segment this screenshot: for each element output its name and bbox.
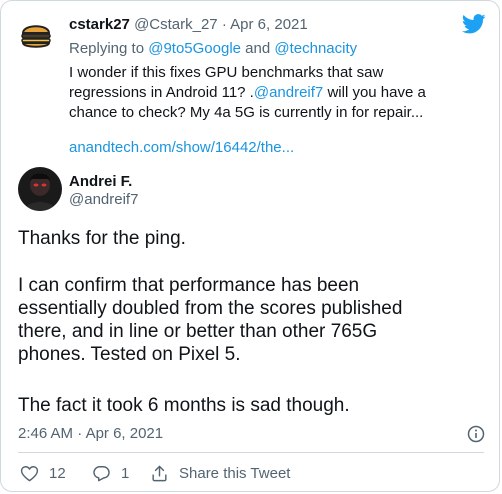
twitter-bird-icon[interactable] xyxy=(462,14,486,34)
heart-icon xyxy=(20,465,39,481)
parent-text-line: I wonder if this fixes GPU benchmarks th… xyxy=(69,64,384,81)
replying-to-link-2[interactable]: @technacity xyxy=(274,40,357,57)
avatar[interactable] xyxy=(18,167,62,211)
tweet-date: Apr 6, 2021 xyxy=(85,425,164,442)
parent-date-separator: · xyxy=(221,16,227,33)
share-icon xyxy=(152,465,167,481)
share-button[interactable]: Share this Tweet xyxy=(150,463,290,483)
tweet-text-line: I can confirm that performance has been xyxy=(18,275,360,296)
share-label: Share this Tweet xyxy=(179,464,291,482)
reply-count: 1 xyxy=(121,464,130,482)
tweet-time: 2:46 AM xyxy=(18,425,74,442)
parent-text-segment: regressions in Android 11? . xyxy=(69,84,254,101)
article-link[interactable]: anandtech.com/show/16442/the... xyxy=(69,138,294,158)
parent-author-handle[interactable]: @Cstark_27 xyxy=(134,16,218,33)
parent-author-name[interactable]: cstark27 xyxy=(69,16,130,33)
parent-tweet-text: I wonder if this fixes GPU benchmarks th… xyxy=(69,63,489,123)
like-count: 12 xyxy=(49,464,66,482)
burger-avatar-icon[interactable] xyxy=(19,18,53,52)
like-button[interactable]: 12 xyxy=(20,463,66,483)
replying-to-line: Replying to @9to5Google and @technacity xyxy=(69,39,357,59)
parent-text-line: chance to check? My 4a 5G is currently i… xyxy=(69,104,424,121)
tweet-text-line: The fact it took 6 months is sad though. xyxy=(18,395,350,416)
author-handle[interactable]: @andreif7 xyxy=(69,190,138,210)
info-icon[interactable] xyxy=(467,425,485,443)
tweet-text-line: phones. Tested on Pixel 5. xyxy=(18,344,241,365)
replying-to-link-1[interactable]: @9to5Google xyxy=(148,40,241,57)
tweet-text-line: Thanks for the ping. xyxy=(18,228,186,249)
replying-and: and xyxy=(241,40,275,57)
divider xyxy=(18,452,484,453)
tweet-date-separator: · xyxy=(77,425,83,442)
author-name[interactable]: Andrei F. xyxy=(69,172,132,192)
tweet-text-line: essentially doubled from the scores publ… xyxy=(18,298,403,319)
mention-link[interactable]: @andreif7 xyxy=(254,84,323,101)
reply-button[interactable]: 1 xyxy=(92,463,129,483)
reply-icon xyxy=(93,465,110,481)
replying-prefix: Replying to xyxy=(69,40,149,57)
parent-tweet-header: cstark27 @Cstark_27 · Apr 6, 2021 xyxy=(69,15,308,35)
tweet-timestamp[interactable]: 2:46 AM · Apr 6, 2021 xyxy=(18,424,163,444)
tweet-embed-card: cstark27 @Cstark_27 · Apr 6, 2021 Replyi… xyxy=(0,0,500,492)
tweet-text-line: there, and in line or better than other … xyxy=(18,321,378,342)
parent-date[interactable]: Apr 6, 2021 xyxy=(230,16,308,33)
parent-text-line: regressions in Android 11? .@andreif7 wi… xyxy=(69,83,489,103)
parent-text-segment: will you have a xyxy=(323,84,426,101)
